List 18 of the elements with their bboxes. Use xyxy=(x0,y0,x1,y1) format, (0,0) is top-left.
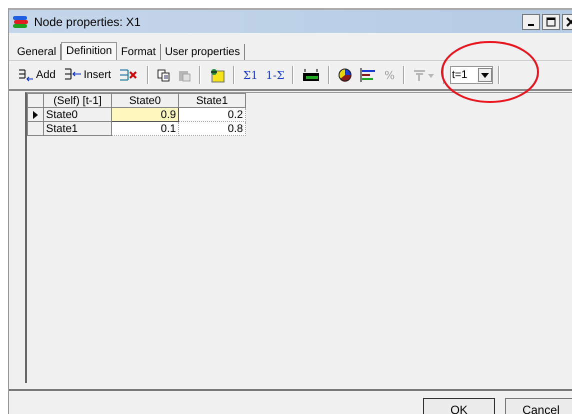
table-cell[interactable]: 0.2 xyxy=(178,108,246,122)
time-select[interactable]: t=1 xyxy=(450,66,493,84)
formula-button[interactable]: 1-Σ xyxy=(262,64,288,86)
table-cell[interactable]: 0.8 xyxy=(178,122,246,136)
formula-button[interactable]: Σ1 xyxy=(240,64,261,86)
add-button[interactable]: Add xyxy=(15,64,59,86)
insert-button[interactable]: Insert xyxy=(60,64,114,86)
column-header: State0 xyxy=(112,94,178,108)
row-header: State1 xyxy=(44,122,112,136)
column-header: State1 xyxy=(178,94,246,108)
window-title: Node properties: X1 xyxy=(34,14,141,28)
ok-button[interactable]: OK xyxy=(423,398,495,414)
table-cell[interactable]: 0.9 xyxy=(112,108,178,122)
row-header: State0 xyxy=(44,108,112,122)
cancel-button[interactable]: Cancel xyxy=(505,398,572,414)
tab[interactable]: Definition xyxy=(61,42,117,60)
column-header: (Self) [t-1] xyxy=(44,94,112,108)
table-cell[interactable]: 0.1 xyxy=(112,122,178,136)
